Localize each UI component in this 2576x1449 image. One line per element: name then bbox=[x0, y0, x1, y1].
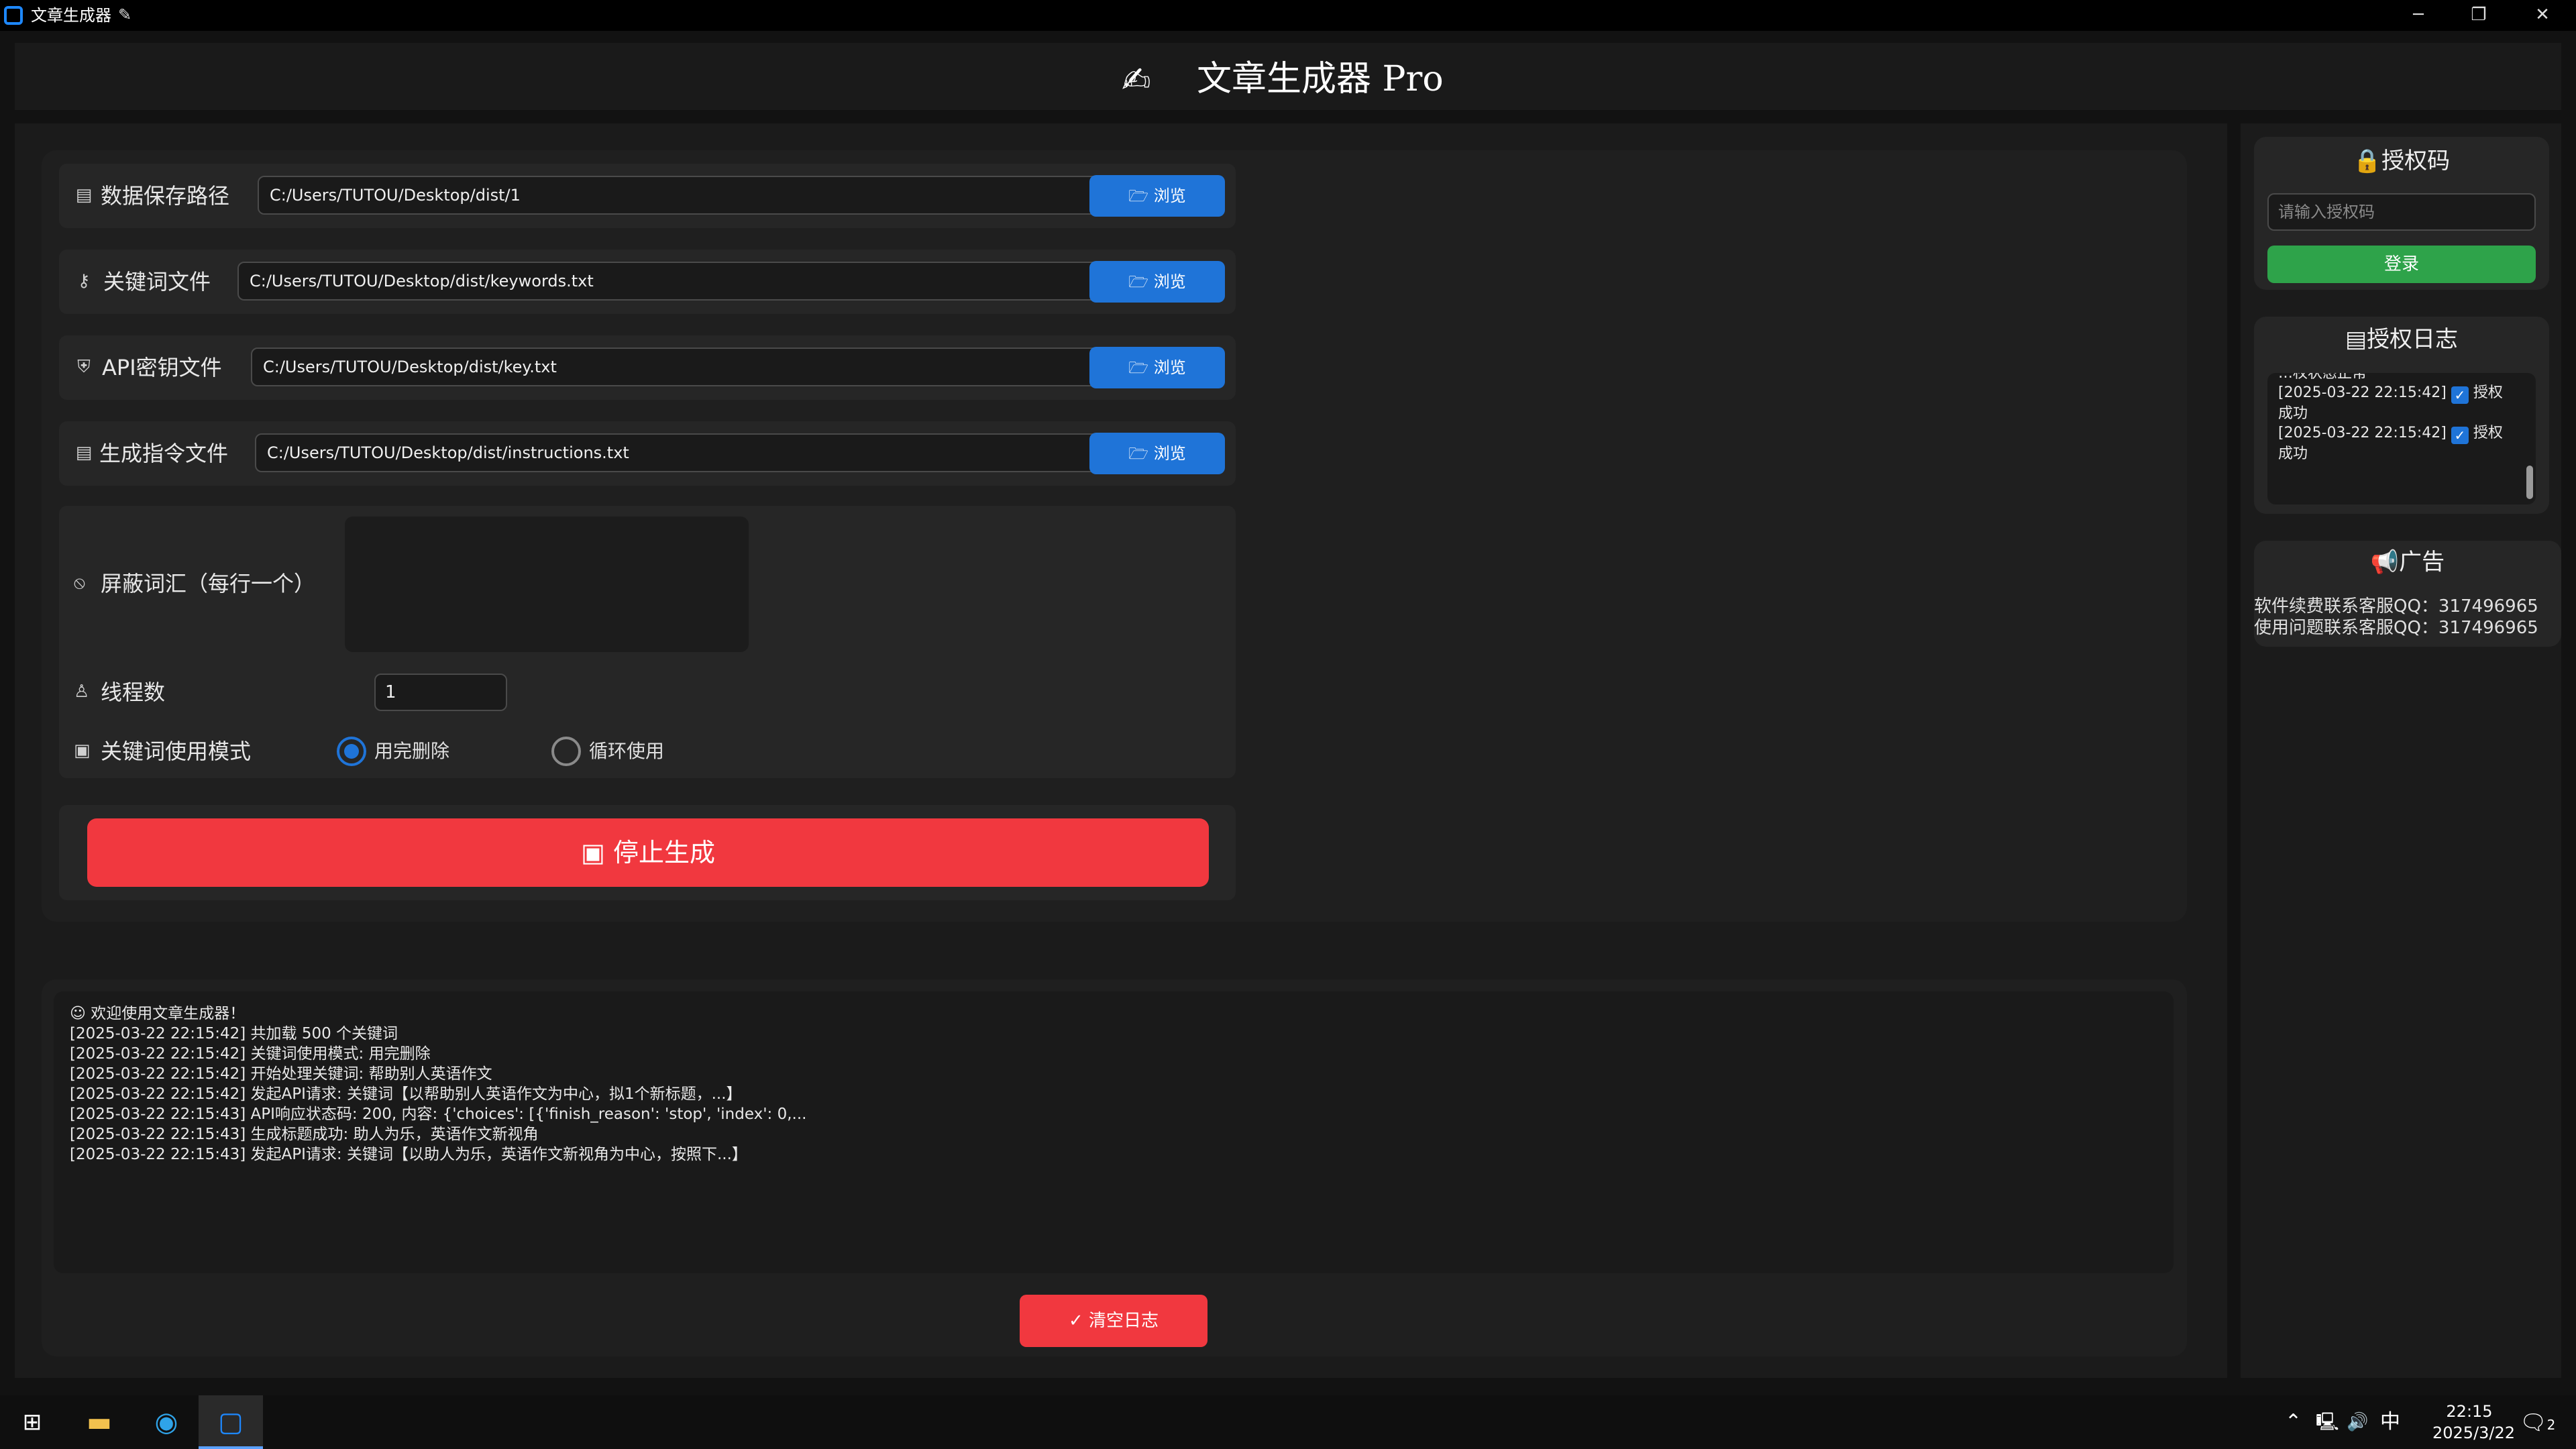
volume-icon[interactable]: 🔊 bbox=[2347, 1409, 2368, 1436]
auth-code-input[interactable] bbox=[2267, 193, 2536, 231]
ad-line: 软件续费联系客服QQ：317496965 bbox=[2254, 596, 2538, 616]
ad-line: 使用问题联系客服QQ：317496965 bbox=[2254, 618, 2538, 638]
key-icon: ⚷ bbox=[77, 271, 91, 291]
log-line: [2025-03-22 22:15:42] 发起API请求: 关键词【以帮助别人… bbox=[70, 1085, 742, 1103]
file-explorer-icon[interactable]: ▬ bbox=[67, 1395, 131, 1449]
keyword-file-label: 关键词文件 bbox=[103, 269, 211, 294]
folder-open-icon: 🗁 bbox=[1128, 272, 1149, 291]
edge-browser-icon[interactable]: ◉ bbox=[134, 1395, 199, 1449]
blocked-words-textarea[interactable] bbox=[345, 517, 749, 652]
auth-log-card: ▤授权日志 …权状态正常 [2025-03-22 22:15:42] ✓ 授权 … bbox=[2254, 317, 2549, 514]
restore-button[interactable]: ❐ bbox=[2449, 0, 2509, 31]
login-button[interactable]: 登录 bbox=[2267, 246, 2536, 283]
browse-save-path-button[interactable]: 🗁 浏览 bbox=[1089, 175, 1225, 217]
log-line: [2025-03-22 22:15:43] 生成标题成功: 助人为乐，英语作文新… bbox=[70, 1126, 539, 1143]
browse-keyword-file-button[interactable]: 🗁 浏览 bbox=[1089, 261, 1225, 303]
log-line: [2025-03-22 22:15:42] 共加载 500 个关键词 bbox=[70, 1025, 398, 1042]
stop-icon: ▣ bbox=[580, 838, 605, 867]
mode-loop-radio[interactable] bbox=[551, 737, 581, 766]
instruction-file-input[interactable] bbox=[255, 433, 1122, 472]
list-icon: ▤ bbox=[2345, 326, 2367, 353]
ad-title: 📢广告 bbox=[2370, 549, 2445, 576]
stop-button-container: ▣ 停止生成 bbox=[59, 805, 1236, 900]
network-icon[interactable]: 🖳 bbox=[2316, 1409, 2339, 1436]
api-key-file-row: ⛨ API密钥文件 🗁 浏览 bbox=[59, 335, 1236, 400]
auth-log-line: [2025-03-22 22:15:42] ✓ 授权 bbox=[2278, 384, 2503, 404]
right-panel bbox=[2241, 123, 2561, 1378]
block-icon: ⦸ bbox=[74, 573, 85, 593]
blocked-words-label: 屏蔽词汇（每行一个） bbox=[101, 571, 316, 596]
document-icon: ▤ bbox=[75, 443, 93, 463]
keyword-file-input[interactable] bbox=[237, 262, 1122, 301]
clock-date: 2025/3/22 bbox=[2432, 1424, 2516, 1442]
threads-input[interactable] bbox=[374, 674, 507, 711]
log-line: ☺ 欢迎使用文章生成器！ bbox=[70, 1005, 246, 1022]
log-line: [2025-03-22 22:15:42] 开始处理关键词: 帮助别人英语作文 bbox=[70, 1065, 492, 1083]
instruction-file-label: 生成指令文件 bbox=[99, 441, 229, 466]
log-line: [2025-03-22 22:15:43] API响应状态码: 200, 内容:… bbox=[70, 1106, 807, 1123]
window-title-bar: 文章生成器 ✎ ─ ❐ ✕ bbox=[0, 0, 2576, 31]
save-path-input[interactable] bbox=[258, 176, 1122, 215]
api-key-file-input[interactable] bbox=[251, 347, 1122, 386]
save-path-label: 数据保存路径 bbox=[101, 183, 230, 209]
auth-log-line: …权状态正常 bbox=[2278, 373, 2367, 382]
auth-log-line: 成功 bbox=[2278, 405, 2308, 422]
megaphone-icon: 📢 bbox=[2370, 549, 2400, 576]
windows-start-icon[interactable]: ⊞ bbox=[0, 1395, 64, 1449]
lock-icon: 🔒 bbox=[2353, 148, 2382, 174]
close-button[interactable]: ✕ bbox=[2512, 0, 2573, 31]
clock[interactable]: 22:15 2025/3/22 bbox=[2432, 1401, 2516, 1444]
check-icon: ✓ bbox=[2451, 386, 2469, 404]
browse-instruction-button[interactable]: 🗁 浏览 bbox=[1089, 433, 1225, 474]
notifications-icon[interactable]: 🗨2 bbox=[2520, 1409, 2555, 1438]
instruction-file-row: ▤ 生成指令文件 🗁 浏览 bbox=[59, 421, 1236, 486]
chevron-up-icon[interactable]: ⌃ bbox=[2285, 1409, 2302, 1436]
pencil-icon: ✎ bbox=[118, 5, 132, 24]
welcome-icon: ☺ bbox=[70, 1005, 86, 1022]
app-header: ✍ 文章生成器 Pro bbox=[15, 43, 2561, 110]
auth-card: 🔒授权码 登录 bbox=[2254, 137, 2549, 290]
auth-log-scrollbar[interactable] bbox=[2526, 466, 2533, 499]
mode-delete-label: 用完删除 bbox=[374, 740, 450, 762]
mode-loop-label: 循环使用 bbox=[589, 740, 665, 762]
lock-icon: ⛨ bbox=[77, 357, 91, 377]
log-output: ☺ 欢迎使用文章生成器！ [2025-03-22 22:15:42] 共加载 5… bbox=[54, 991, 2174, 1273]
app-icon bbox=[4, 6, 23, 25]
clear-log-button[interactable]: ✓ 清空日志 bbox=[1020, 1295, 1208, 1347]
minimize-button[interactable]: ─ bbox=[2388, 0, 2449, 31]
folder-icon: ▤ bbox=[75, 185, 93, 205]
auth-log-output: …权状态正常 [2025-03-22 22:15:42] ✓ 授权 成功 [20… bbox=[2267, 373, 2536, 504]
auth-log-line: 成功 bbox=[2278, 445, 2308, 462]
keyword-mode-label: 关键词使用模式 bbox=[101, 739, 252, 764]
mode-delete-radio[interactable] bbox=[337, 737, 366, 766]
notification-count: 2 bbox=[2546, 1417, 2556, 1433]
mode-icon: ▣ bbox=[74, 741, 91, 761]
folder-open-icon: 🗁 bbox=[1128, 358, 1149, 377]
save-path-row: ▤ 数据保存路径 🗁 浏览 bbox=[59, 164, 1236, 228]
threads-label: 线程数 bbox=[101, 680, 166, 705]
stop-generate-button[interactable]: ▣ 停止生成 bbox=[87, 818, 1209, 887]
api-key-file-label: API密钥文件 bbox=[102, 355, 222, 380]
log-line: [2025-03-22 22:15:42] 关键词使用模式: 用完删除 bbox=[70, 1045, 431, 1063]
auth-log-line: [2025-03-22 22:15:42] ✓ 授权 bbox=[2278, 425, 2503, 444]
app-taskbar-icon[interactable]: ▢ bbox=[199, 1395, 263, 1449]
folder-open-icon: 🗁 bbox=[1128, 444, 1149, 463]
check-icon: ✓ bbox=[2451, 427, 2469, 444]
edit-document-icon: ✍ bbox=[1122, 60, 1151, 101]
user-icon: ♙ bbox=[74, 682, 90, 702]
ad-card: 📢广告 软件续费联系客服QQ：317496965 使用问题联系客服QQ：3174… bbox=[2254, 541, 2561, 647]
auth-title: 🔒授权码 bbox=[2353, 148, 2451, 174]
keyword-file-row: ⚷ 关键词文件 🗁 浏览 bbox=[59, 250, 1236, 314]
page-title: 文章生成器 Pro bbox=[1197, 59, 1444, 99]
taskbar: ⊞ ▬ ◉ ▢ ⌃ 🖳 🔊 中 22:15 2025/3/22 🗨2 bbox=[0, 1395, 2576, 1449]
auth-log-title: ▤授权日志 bbox=[2345, 326, 2459, 353]
clock-time: 22:15 bbox=[2446, 1402, 2493, 1421]
log-line: [2025-03-22 22:15:43] 发起API请求: 关键词【以助人为乐… bbox=[70, 1146, 747, 1163]
broom-icon: ✓ bbox=[1068, 1311, 1083, 1331]
options-panel: ⦸ 屏蔽词汇（每行一个） ♙ 线程数 ▣ 关键词使用模式 用完删除 循环使用 bbox=[59, 506, 1236, 778]
window-title: 文章生成器 bbox=[31, 6, 111, 25]
ime-indicator[interactable]: 中 bbox=[2380, 1409, 2400, 1436]
folder-open-icon: 🗁 bbox=[1128, 186, 1149, 205]
browse-api-key-button[interactable]: 🗁 浏览 bbox=[1089, 347, 1225, 388]
